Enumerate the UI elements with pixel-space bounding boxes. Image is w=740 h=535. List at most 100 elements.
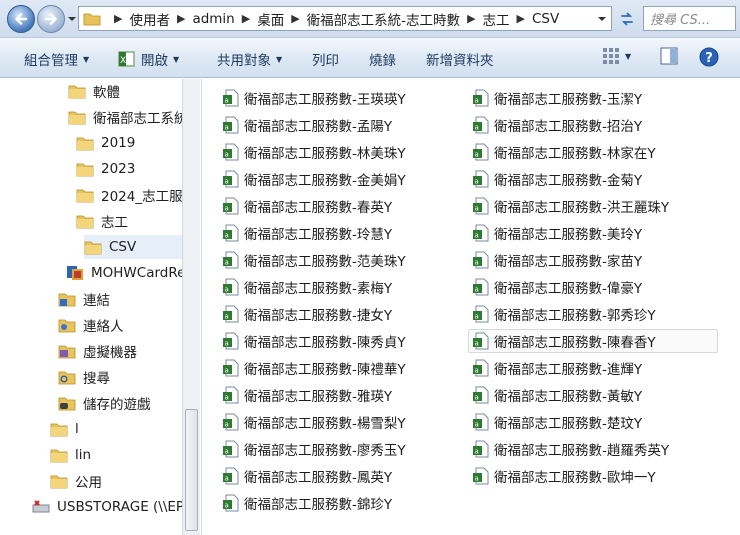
file-name: 衛福部志工服務數-雅瑛Y xyxy=(244,389,393,405)
file-item[interactable]: a 衛福部志工服務數-玲慧Y xyxy=(222,221,392,245)
file-item[interactable]: a 衛福部志工服務數-歐坤一Y xyxy=(472,464,656,488)
tree-item-label: 儲存的遊戲 xyxy=(83,397,151,413)
svg-text:a: a xyxy=(225,232,229,240)
tree-item-label: lin xyxy=(75,447,92,463)
file-item[interactable]: a 衛福部志工服務數-春英Y xyxy=(222,194,392,218)
tree-item[interactable]: 2019 xyxy=(76,131,135,155)
svg-text:a: a xyxy=(225,502,229,510)
tree-item[interactable]: 衛福部志工系統 xyxy=(68,105,182,129)
tree-item[interactable]: CSV xyxy=(84,235,182,259)
file-item[interactable]: a 衛福部志工服務數-趙羅秀英Y xyxy=(472,437,669,461)
tree-item[interactable]: 連結 xyxy=(58,287,110,311)
csv-file-icon: a xyxy=(222,143,240,161)
file-item[interactable]: a 衛福部志工服務數-雅瑛Y xyxy=(222,383,392,407)
tree-item[interactable]: 搜尋 xyxy=(58,365,110,389)
file-name: 衛福部志工服務數-金美娟Y xyxy=(244,173,406,189)
file-name: 衛福部志工服務數-楚玟Y xyxy=(494,416,643,432)
breadcrumb-desktop[interactable]: 桌面 ▶ xyxy=(257,9,306,29)
tree-item[interactable]: 儲存的遊戲 xyxy=(58,391,151,415)
caret-down-icon: ▼ xyxy=(625,51,632,61)
tree-scrollbar[interactable] xyxy=(182,79,200,535)
svg-text:a: a xyxy=(475,124,479,132)
caret-down-icon: ▼ xyxy=(276,54,283,64)
print-button[interactable]: 列印 xyxy=(312,49,339,69)
open-button[interactable]: X 開啟 ▼ xyxy=(118,49,179,69)
links-icon xyxy=(58,291,76,307)
file-item[interactable]: a 衛福部志工服務數-美玲Y xyxy=(472,221,642,245)
preview-pane-button[interactable] xyxy=(660,47,678,65)
file-item[interactable]: a 衛福部志工服務數-黃敏Y xyxy=(472,383,642,407)
path-box[interactable]: ▶ 使用者 ▶ admin ▶ 桌面 ▶ 衛福部志工系統-志工時數 ▶ 志工 ▶ CSV xyxy=(78,6,612,31)
file-item[interactable]: a 衛福部志工服務數-王瑛瑛Y xyxy=(222,86,406,110)
file-item[interactable]: a 衛福部志工服務數-陳禮華Y xyxy=(222,356,406,380)
file-item[interactable]: a 衛福部志工服務數-林家在Y xyxy=(472,140,656,164)
file-item[interactable]: a 衛福部志工服務數-陳秀貞Y xyxy=(222,329,406,353)
search-input[interactable]: 搜尋 CS... xyxy=(643,6,736,31)
file-item[interactable]: a 衛福部志工服務數-郭秀珍Y xyxy=(472,302,656,326)
view-options-button[interactable]: ▼ xyxy=(602,47,631,65)
file-item[interactable]: a 衛福部志工服務數-楊雪梨Y xyxy=(222,410,406,434)
tree-item[interactable]: 虛擬機器 xyxy=(58,339,137,363)
file-name: 衛福部志工服務數-進輝Y xyxy=(494,362,643,378)
file-item[interactable]: a 衛福部志工服務數-廖秀玉Y xyxy=(222,437,406,461)
breadcrumb-admin[interactable]: admin ▶ xyxy=(192,11,257,27)
file-item[interactable]: a 衛福部志工服務數-偉豪Y xyxy=(472,275,642,299)
file-item[interactable]: a 衛福部志工服務數-楚玟Y xyxy=(472,410,642,434)
tree-item-label: 連結 xyxy=(83,293,110,309)
breadcrumb-volunteer[interactable]: 志工 ▶ xyxy=(483,9,532,29)
tree-item[interactable]: 志工 xyxy=(76,209,128,233)
file-name: 衛福部志工服務數-鳳英Y xyxy=(244,470,393,486)
tree-item[interactable]: 連絡人 xyxy=(58,313,124,337)
file-item[interactable]: a 衛福部志工服務數-林美珠Y xyxy=(222,140,406,164)
csv-file-icon: a xyxy=(472,440,490,458)
file-item[interactable]: a 衛福部志工服務數-孟陽Y xyxy=(222,113,392,137)
file-item[interactable]: a 衛福部志工服務數-鳳英Y xyxy=(222,464,392,488)
file-item[interactable]: a 衛福部志工服務數-金菊Y xyxy=(472,167,642,191)
back-button[interactable] xyxy=(7,5,35,33)
breadcrumb-users[interactable]: 使用者 ▶ xyxy=(129,9,192,29)
scrollbar-thumb[interactable] xyxy=(185,409,198,531)
file-item[interactable]: a 衛福部志工服務數-進輝Y xyxy=(472,356,642,380)
file-item[interactable]: a 衛福部志工服務數-范美珠Y xyxy=(222,248,406,272)
csv-file-icon: a xyxy=(222,440,240,458)
tree-item[interactable]: 2023 xyxy=(76,157,135,181)
file-item[interactable]: a 衛福部志工服務數-玉潔Y xyxy=(472,86,642,110)
recent-pages-dropdown[interactable] xyxy=(67,12,77,26)
file-item[interactable]: a 衛福部志工服務數-捷女Y xyxy=(222,302,392,326)
organize-menu[interactable]: 組合管理 ▼ xyxy=(24,49,89,69)
tree-item[interactable]: 2024_志工服務 xyxy=(76,183,182,207)
csv-file-icon: a xyxy=(222,89,240,107)
refresh-button[interactable] xyxy=(614,6,640,31)
folder-icon xyxy=(76,213,94,229)
svg-text:a: a xyxy=(225,151,229,159)
caret-down-icon: ▼ xyxy=(173,54,180,64)
file-item[interactable]: a 衛福部志工服務數-洪王麗珠Y xyxy=(472,194,669,218)
tree-item[interactable]: l xyxy=(50,417,79,441)
share-menu[interactable]: 共用對象 ▼ xyxy=(217,49,282,69)
new-folder-button[interactable]: 新增資料夾 xyxy=(426,49,494,69)
tree-item[interactable]: MOHWCardRe xyxy=(66,261,182,285)
file-name: 衛福部志工服務數-郭秀珍Y xyxy=(494,308,656,324)
tree-item[interactable]: USBSTORAGE (\\EPS xyxy=(32,495,182,519)
forward-button[interactable] xyxy=(37,5,65,33)
tree-item[interactable]: lin xyxy=(50,443,91,467)
tree-item-label: 虛擬機器 xyxy=(83,345,137,361)
file-name: 衛福部志工服務數-家苗Y xyxy=(494,254,643,270)
help-button[interactable]: ? xyxy=(699,47,719,67)
tree-item[interactable]: 公用 xyxy=(50,469,102,493)
svg-text:a: a xyxy=(225,448,229,456)
breadcrumb-system[interactable]: 衛福部志工系統-志工時數 ▶ xyxy=(307,9,483,29)
file-item[interactable]: a 衛福部志工服務數-金美娟Y xyxy=(222,167,406,191)
svg-text:a: a xyxy=(475,448,479,456)
burn-button[interactable]: 燒錄 xyxy=(369,49,396,69)
chevron-down-icon[interactable] xyxy=(597,14,607,24)
file-item[interactable]: a 衛福部志工服務數-錦珍Y xyxy=(222,491,392,515)
tree-item[interactable]: 軟體 xyxy=(68,79,120,103)
search-folder-icon xyxy=(58,369,76,385)
file-item[interactable]: a 衛福部志工服務數-素梅Y xyxy=(222,275,392,299)
file-item[interactable]: a 衛福部志工服務數-陳春香Y xyxy=(468,329,718,353)
file-item[interactable]: a 衛福部志工服務數-招治Y xyxy=(472,113,642,137)
breadcrumb-csv[interactable]: CSV xyxy=(532,11,559,27)
file-item[interactable]: a 衛福部志工服務數-家苗Y xyxy=(472,248,642,272)
new-folder-label: 新增資料夾 xyxy=(426,53,494,69)
